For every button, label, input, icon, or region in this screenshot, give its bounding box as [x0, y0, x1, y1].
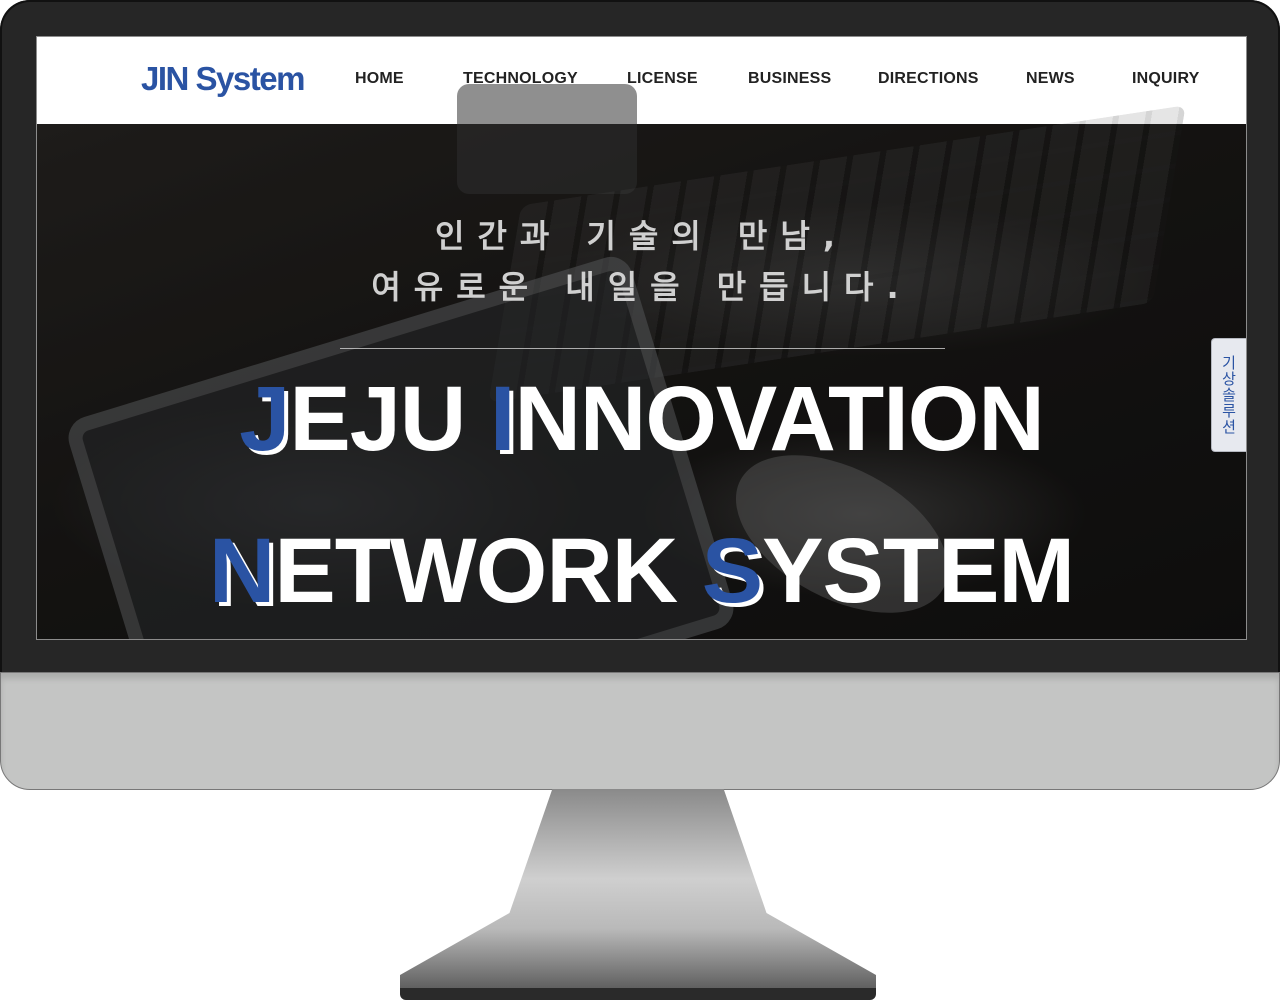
monitor-mockup: JIN System HOME TECHNOLOGY LICENSE BUSIN…	[0, 0, 1280, 1000]
website-screen: JIN System HOME TECHNOLOGY LICENSE BUSIN…	[36, 36, 1247, 640]
headline-initial-s: S	[701, 520, 763, 622]
headline-word-nnovation: NNOVATION	[514, 368, 1044, 470]
monitor-stand-base	[400, 988, 876, 1000]
headline-word-eju: EJU	[289, 368, 490, 470]
headline-initial-i: I	[489, 368, 516, 470]
nav-license[interactable]: LICENSE	[627, 69, 698, 89]
hero-divider	[340, 348, 945, 349]
headline-initial-n: N	[208, 520, 275, 622]
hero-headline-line2: NETWORK SYSTEM	[37, 521, 1246, 621]
hero-banner: 인간과 기술의 만남, 여유로운 내일을 만듭니다. JEJU INNOVATI…	[37, 84, 1246, 639]
top-navbar: JIN System HOME TECHNOLOGY LICENSE BUSIN…	[37, 37, 1246, 124]
nav-inquiry[interactable]: INQUIRY	[1132, 69, 1199, 89]
side-tab-weather-solution[interactable]: 기상솔루션	[1211, 338, 1246, 452]
site-logo[interactable]: JIN System	[141, 57, 305, 101]
nav-news[interactable]: NEWS	[1026, 69, 1075, 89]
hero-tagline-line2: 여유로운 내일을 만듭니다.	[371, 268, 912, 306]
nav-home[interactable]: HOME	[355, 69, 404, 89]
nav-business[interactable]: BUSINESS	[748, 69, 831, 89]
monitor-chin	[0, 672, 1280, 790]
headline-initial-j: J	[239, 368, 290, 470]
headline-word-ystem: YSTEM	[762, 520, 1075, 622]
headline-word-etwork: ETWORK	[274, 520, 702, 622]
nav-directions[interactable]: DIRECTIONS	[878, 69, 979, 89]
hero-headline-line1: JEJU INNOVATION	[37, 369, 1246, 469]
hero-tagline-line1: 인간과 기술의 만남,	[435, 217, 848, 255]
monitor-stand	[400, 789, 876, 989]
